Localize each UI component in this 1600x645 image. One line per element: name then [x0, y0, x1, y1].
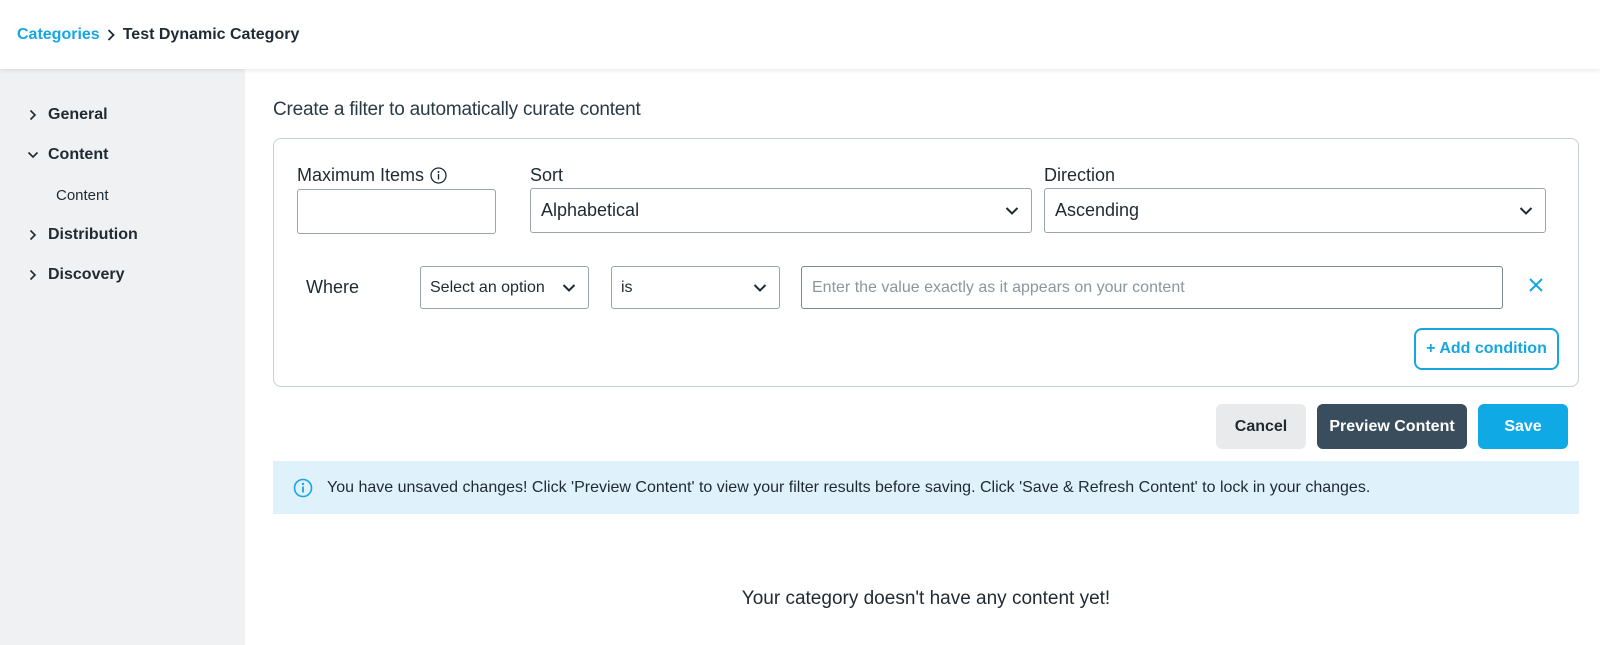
direction-select-value: Ascending	[1055, 200, 1140, 220]
filter-panel: Maximum Items Sort Alphabetical Directio…	[273, 138, 1579, 387]
sidebar-item-discovery[interactable]: Discovery	[0, 255, 245, 295]
info-icon	[293, 478, 313, 498]
condition-field-value: Select an option	[430, 278, 545, 296]
direction-select[interactable]: Ascending	[1044, 188, 1546, 233]
save-button[interactable]: Save	[1478, 404, 1568, 449]
breadcrumb-categories-link[interactable]: Categories	[17, 26, 100, 44]
condition-operator-value: is	[621, 278, 633, 296]
direction-label: Direction	[1044, 165, 1116, 185]
info-icon[interactable]	[430, 167, 447, 184]
sort-select-value: Alphabetical	[541, 200, 640, 220]
chevron-right-icon	[26, 228, 40, 242]
empty-state-message: Your category doesn't have any content y…	[741, 588, 1111, 609]
sidebar-item-general[interactable]: General	[0, 95, 245, 135]
chevron-down-icon	[1519, 206, 1533, 215]
breadcrumb-current: Test Dynamic Category	[122, 25, 300, 43]
sidebar-item-label: Content	[48, 146, 109, 163]
sidebar: General Content Content Distribution Dis…	[0, 69, 245, 645]
add-condition-button[interactable]: + Add condition	[1414, 328, 1559, 370]
sidebar-item-label: Distribution	[48, 226, 138, 243]
page-heading: Create a filter to automatically curate …	[273, 99, 641, 120]
preview-content-button[interactable]: Preview Content	[1317, 404, 1467, 449]
chevron-down-icon	[753, 283, 767, 292]
top-bar: Categories Test Dynamic Category	[0, 0, 1600, 69]
sidebar-item-label: Discovery	[48, 266, 125, 283]
breadcrumb: Categories Test Dynamic Category	[17, 26, 299, 44]
chevron-right-icon	[107, 28, 115, 41]
sidebar-item-distribution[interactable]: Distribution	[0, 215, 245, 255]
chevron-down-icon	[1005, 206, 1019, 215]
sort-label: Sort	[530, 165, 564, 185]
where-label: Where	[306, 277, 360, 297]
sidebar-item-content[interactable]: Content	[0, 135, 245, 175]
cancel-button[interactable]: Cancel	[1216, 404, 1306, 449]
max-items-input[interactable]	[297, 189, 496, 234]
condition-value-input[interactable]	[801, 266, 1503, 309]
banner-text: You have unsaved changes! Click 'Preview…	[327, 478, 1371, 496]
unsaved-changes-banner: You have unsaved changes! Click 'Preview…	[273, 461, 1579, 514]
chevron-down-icon	[562, 283, 576, 292]
sort-select[interactable]: Alphabetical	[530, 188, 1032, 233]
chevron-right-icon	[26, 268, 40, 282]
sidebar-subitem-content[interactable]: Content	[0, 175, 245, 215]
condition-field-select[interactable]: Select an option	[420, 266, 589, 309]
chevron-down-icon	[26, 148, 40, 162]
close-icon[interactable]	[1528, 277, 1544, 293]
max-items-label-group: Maximum Items	[297, 165, 447, 186]
max-items-label: Maximum Items	[297, 165, 425, 185]
chevron-right-icon	[26, 108, 40, 122]
condition-operator-select[interactable]: is	[611, 266, 780, 309]
sidebar-item-label: General	[48, 106, 108, 123]
